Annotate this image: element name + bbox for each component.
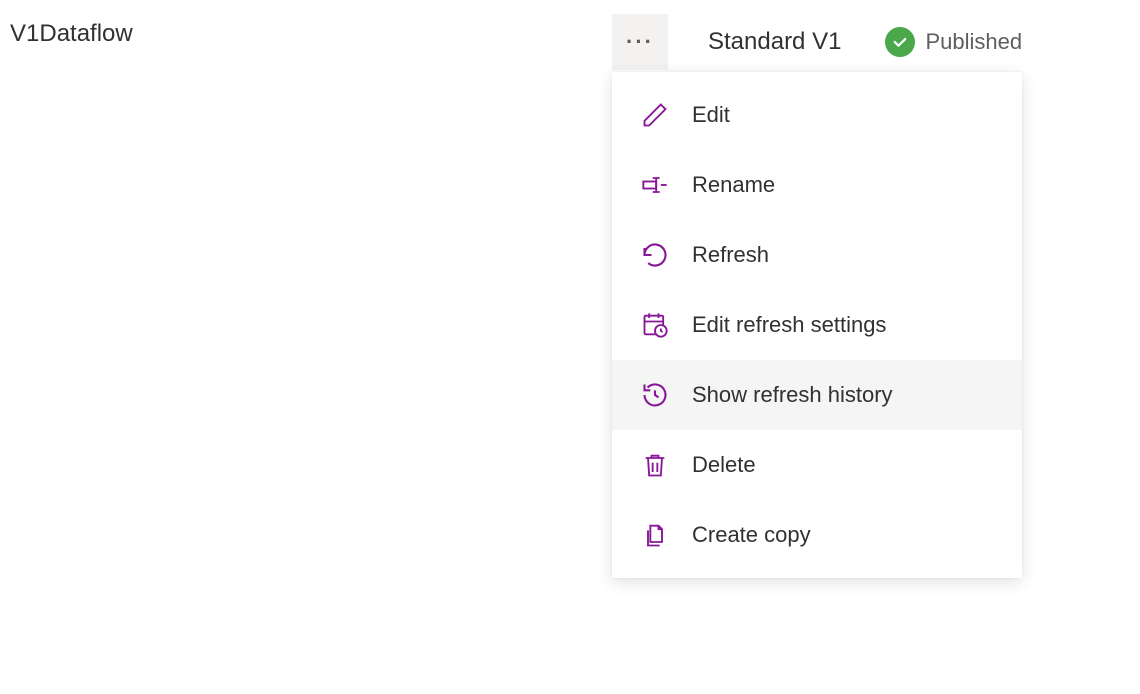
menu-item-label: Rename: [692, 172, 775, 198]
ellipsis-icon: ···: [626, 29, 654, 55]
menu-item-label: Create copy: [692, 522, 811, 548]
dataflow-name[interactable]: V1Dataflow: [10, 20, 133, 48]
rename-icon: [640, 170, 670, 200]
menu-item-label: Edit: [692, 102, 730, 128]
history-icon: [640, 380, 670, 410]
menu-item-refresh[interactable]: Refresh: [612, 220, 1022, 290]
menu-item-show-refresh-history[interactable]: Show refresh history: [612, 360, 1022, 430]
menu-item-delete[interactable]: Delete: [612, 430, 1022, 500]
status-text: Published: [925, 29, 1022, 55]
header-row: V1Dataflow ··· Standard V1 Published: [0, 0, 1140, 68]
menu-item-edit-refresh-settings[interactable]: Edit refresh settings: [612, 290, 1022, 360]
trash-icon: [640, 450, 670, 480]
more-options-button[interactable]: ···: [612, 14, 668, 70]
menu-item-label: Refresh: [692, 242, 769, 268]
copy-icon: [640, 520, 670, 550]
version-label: Standard V1: [708, 28, 841, 56]
context-menu: Edit Rename Refresh: [612, 72, 1022, 578]
menu-item-label: Delete: [692, 452, 756, 478]
header-right-section: ··· Standard V1 Published: [612, 14, 1022, 70]
calendar-clock-icon: [640, 310, 670, 340]
menu-item-rename[interactable]: Rename: [612, 150, 1022, 220]
pencil-icon: [640, 100, 670, 130]
menu-item-label: Edit refresh settings: [692, 312, 886, 338]
refresh-icon: [640, 240, 670, 270]
status-section: Published: [885, 27, 1022, 57]
menu-item-create-copy[interactable]: Create copy: [612, 500, 1022, 570]
menu-item-label: Show refresh history: [692, 382, 893, 408]
checkmark-success-icon: [885, 27, 915, 57]
menu-item-edit[interactable]: Edit: [612, 80, 1022, 150]
